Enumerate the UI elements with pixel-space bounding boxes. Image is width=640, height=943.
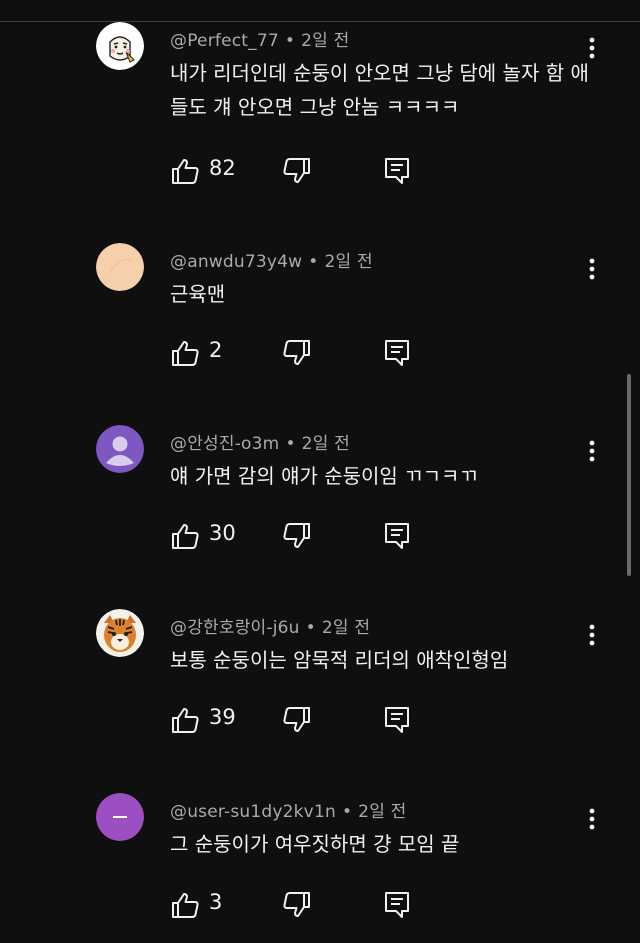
like-count: 30 — [209, 521, 236, 545]
comment-item: @안성진-o3m • 2일 전 얘 가면 감의 얘가 순둥이임 ㄲㄱㅋㄲ 30 — [0, 425, 640, 575]
author-name[interactable]: @anwdu73y4w — [170, 252, 302, 272]
more-options-icon[interactable] — [580, 435, 604, 467]
reply-button[interactable] — [382, 889, 412, 921]
comment-meta: @Perfect_77 • 2일 전 — [170, 31, 350, 51]
reply-icon — [385, 523, 409, 549]
tiger-icon — [96, 609, 144, 657]
comment-time: 2일 전 — [321, 618, 371, 638]
like-button[interactable]: 2 — [170, 337, 222, 369]
like-button[interactable]: 82 — [170, 155, 236, 187]
reply-icon — [385, 707, 409, 733]
like-button[interactable]: 3 — [170, 889, 222, 921]
comment-meta: @강한호랑이-j6u • 2일 전 — [170, 618, 371, 638]
thumbs-up-icon — [172, 524, 199, 549]
comment-time: 2일 전 — [324, 252, 373, 272]
thumbs-up-icon — [172, 341, 199, 366]
thumbs-down-icon — [283, 892, 310, 917]
comment-time: 2일 전 — [301, 434, 350, 454]
default-person-icon — [96, 425, 144, 473]
more-options-icon[interactable] — [580, 619, 604, 651]
thumbs-up-icon — [172, 159, 199, 184]
comment-meta: @anwdu73y4w • 2일 전 — [170, 252, 373, 272]
comment-text: 그 순둥이가 여우짓하면 걍 모임 끝 — [170, 832, 460, 856]
author-name[interactable]: @Perfect_77 — [170, 31, 279, 51]
reply-icon — [385, 340, 409, 366]
avatar[interactable] — [96, 609, 144, 657]
thumbs-up-icon — [172, 708, 199, 733]
like-count: 39 — [209, 705, 236, 729]
like-count: 2 — [209, 338, 223, 362]
reply-button[interactable] — [382, 155, 412, 187]
dislike-button[interactable] — [282, 337, 312, 369]
author-name[interactable]: @안성진-o3m — [170, 434, 279, 454]
more-options-icon[interactable] — [580, 253, 604, 285]
avatar[interactable] — [96, 425, 144, 473]
avatar[interactable] — [96, 243, 144, 291]
comment-text: 내가 리더인데 순둥이 안오면 그냥 담에 놀자 함 애들도 걔 안오면 그냥 … — [170, 61, 589, 119]
like-button[interactable]: 30 — [170, 520, 236, 552]
like-count: 3 — [209, 890, 223, 914]
dislike-button[interactable] — [282, 704, 312, 736]
like-count: 82 — [209, 156, 236, 180]
dislike-button[interactable] — [282, 520, 312, 552]
comment-time: 2일 전 — [358, 802, 407, 822]
like-button[interactable]: 39 — [170, 704, 236, 736]
minus-avatar-icon — [96, 793, 144, 841]
reply-icon — [385, 892, 409, 918]
reply-button[interactable] — [382, 337, 412, 369]
peach-avatar-icon — [96, 243, 144, 291]
comment-item: @user-su1dy2kv1n • 2일 전 그 순둥이가 여우짓하면 걍 모임 … — [0, 793, 640, 943]
avatar[interactable] — [96, 793, 144, 841]
comment-text: 보통 순둥이는 암묵적 리더의 애착인형임 — [170, 648, 509, 672]
thumbs-up-icon — [172, 893, 199, 918]
comment-item: @강한호랑이-j6u • 2일 전 보통 순둥이는 암묵적 리더의 애착인형임 39 — [0, 609, 640, 759]
thumbs-down-icon — [283, 707, 310, 732]
reply-icon — [385, 158, 409, 184]
comment-time: 2일 전 — [301, 31, 350, 51]
comment-item: @anwdu73y4w • 2일 전 근육맨 2 — [0, 243, 640, 393]
comment-meta: @안성진-o3m • 2일 전 — [170, 434, 350, 454]
dislike-button[interactable] — [282, 889, 312, 921]
author-name[interactable]: @강한호랑이-j6u — [170, 618, 300, 638]
thumbs-down-icon — [283, 523, 310, 548]
dislike-button[interactable] — [282, 155, 312, 187]
reply-button[interactable] — [382, 520, 412, 552]
more-options-icon[interactable] — [580, 803, 604, 835]
comment-text: 얘 가면 감의 얘가 순둥이임 ㄲㄱㅋㄲ — [170, 464, 478, 488]
cartoon-face-icon — [96, 22, 144, 70]
author-name[interactable]: @user-su1dy2kv1n — [170, 802, 336, 822]
comment-text: 근육맨 — [170, 282, 226, 306]
thumbs-down-icon — [283, 340, 310, 365]
comment-item: @Perfect_77 • 2일 전 내가 리더인데 순둥이 안오면 그냥 담에 놀… — [0, 22, 640, 184]
reply-button[interactable] — [382, 704, 412, 736]
comment-meta: @user-su1dy2kv1n • 2일 전 — [170, 802, 407, 822]
more-options-icon[interactable] — [580, 32, 604, 64]
avatar[interactable] — [96, 22, 144, 70]
thumbs-down-icon — [283, 158, 310, 183]
